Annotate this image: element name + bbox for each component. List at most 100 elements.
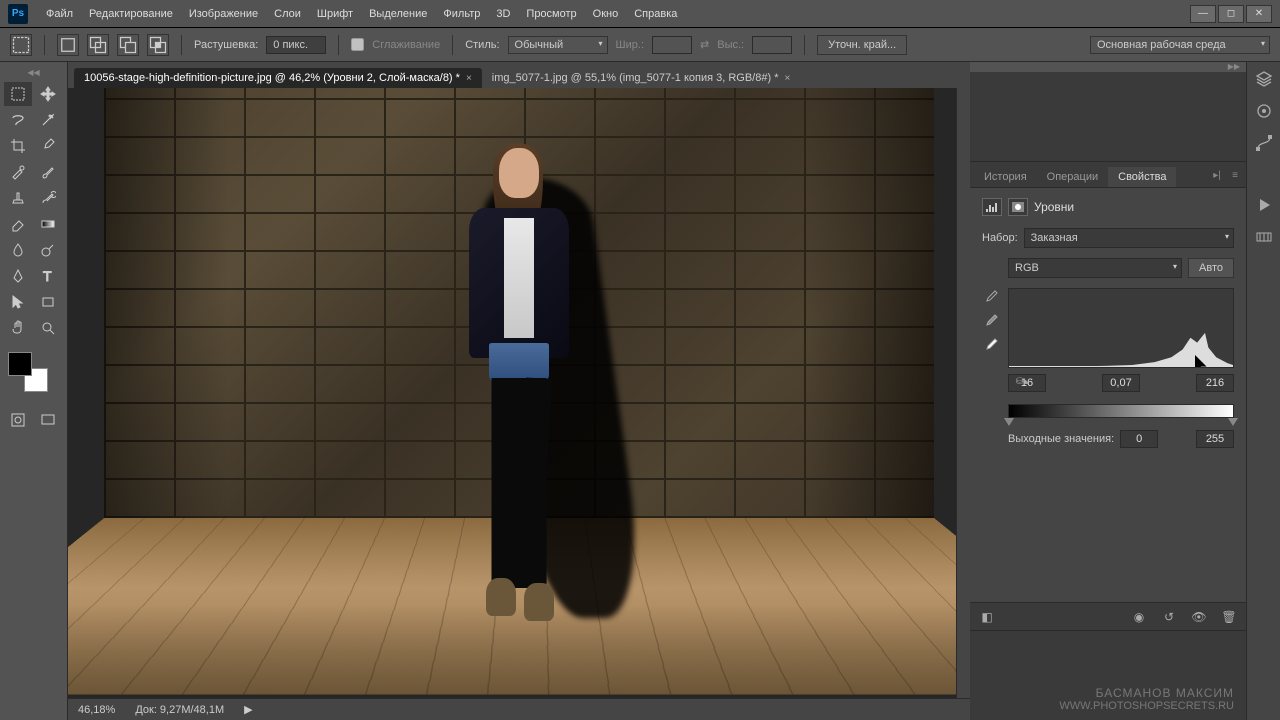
crop-tool[interactable] — [4, 134, 32, 158]
maximize-button[interactable]: ◻ — [1218, 5, 1244, 23]
menu-file[interactable]: Файл — [38, 4, 81, 24]
antialias-checkbox[interactable] — [351, 38, 364, 51]
canvas-viewport[interactable] — [68, 88, 970, 698]
tab-actions[interactable]: Операции — [1037, 167, 1108, 187]
bottom-collapsed-panel[interactable]: БАСМАНОВ МАКСИМ WWW.PHOTOSHOPSECRETS.RU — [970, 630, 1246, 720]
document-tab-active[interactable]: 10056-stage-high-definition-picture.jpg … — [74, 68, 482, 88]
white-point-eyedropper-icon[interactable] — [982, 336, 1000, 354]
gradient-tool[interactable] — [34, 212, 62, 236]
input-gamma[interactable] — [1102, 374, 1140, 392]
preset-select[interactable]: Заказная — [1024, 228, 1234, 248]
reset-icon[interactable]: ↺ — [1160, 608, 1178, 626]
menu-filter[interactable]: Фильтр — [435, 4, 488, 24]
pen-tool[interactable] — [4, 264, 32, 288]
current-tool-icon[interactable] — [10, 34, 32, 56]
visibility-icon[interactable]: 👁 — [1190, 608, 1208, 626]
output-shadow-handle[interactable] — [1004, 418, 1014, 426]
panel-expand-icon[interactable]: ▸| — [1210, 170, 1224, 184]
move-tool[interactable] — [34, 82, 62, 106]
menu-3d[interactable]: 3D — [488, 4, 518, 24]
adjustment-footer: ◧ ◉ ↺ 👁 🗑 — [970, 602, 1246, 630]
input-highlight[interactable] — [1196, 374, 1234, 392]
style-select[interactable]: Обычный — [508, 36, 608, 54]
timeline-panel-icon[interactable] — [1253, 226, 1275, 248]
menu-layers[interactable]: Слои — [266, 4, 309, 24]
color-swatches[interactable] — [8, 352, 48, 392]
refine-edge-button[interactable]: Уточн. край... — [817, 35, 907, 55]
menu-view[interactable]: Просмотр — [518, 4, 584, 24]
svg-text:T: T — [43, 268, 52, 284]
histogram[interactable] — [1008, 288, 1234, 368]
width-input — [652, 36, 692, 54]
menu-window[interactable]: Окно — [585, 4, 627, 24]
paths-panel-icon[interactable] — [1253, 132, 1275, 154]
gray-point-eyedropper-icon[interactable] — [982, 312, 1000, 330]
quick-mask-tool[interactable] — [4, 408, 32, 432]
hand-tool[interactable] — [4, 316, 32, 340]
doc-size[interactable]: Док: 9,27М/48,1М — [135, 704, 224, 716]
channel-select[interactable]: RGB — [1008, 258, 1182, 278]
add-selection-icon[interactable] — [87, 34, 109, 56]
swap-dims-icon: ⇄ — [700, 38, 709, 51]
feather-input[interactable] — [266, 36, 326, 54]
workspace-select[interactable]: Основная рабочая среда — [1090, 36, 1270, 54]
output-gradient[interactable] — [1008, 404, 1234, 418]
auto-button[interactable]: Авто — [1188, 258, 1234, 278]
status-caret-icon[interactable]: ▶ — [244, 703, 252, 716]
tools-collapse[interactable]: ◀◀ — [4, 68, 63, 76]
subtract-selection-icon[interactable] — [117, 34, 139, 56]
output-low[interactable] — [1120, 430, 1158, 448]
zoom-tool[interactable] — [34, 316, 62, 340]
tab-properties[interactable]: Свойства — [1108, 167, 1176, 187]
title-bar: Ps Файл Редактирование Изображение Слои … — [0, 0, 1280, 28]
screen-mode-tool[interactable] — [34, 408, 62, 432]
output-highlight-handle[interactable] — [1228, 418, 1238, 426]
tab-close-icon[interactable]: × — [784, 73, 790, 84]
tab-history[interactable]: История — [974, 167, 1037, 187]
path-selection-tool[interactable] — [4, 290, 32, 314]
clip-to-layer-icon[interactable]: ◧ — [978, 608, 996, 626]
new-selection-icon[interactable] — [57, 34, 79, 56]
magic-wand-tool[interactable] — [34, 108, 62, 132]
foreground-color[interactable] — [8, 352, 32, 376]
vertical-scrollbar[interactable] — [956, 88, 970, 698]
trash-icon[interactable]: 🗑 — [1220, 608, 1238, 626]
channels-panel-icon[interactable] — [1253, 100, 1275, 122]
lasso-tool[interactable] — [4, 108, 32, 132]
play-panel-icon[interactable] — [1253, 194, 1275, 216]
levels-adjustment-icon[interactable] — [982, 198, 1002, 216]
view-previous-icon[interactable]: ◉ — [1130, 608, 1148, 626]
menu-type[interactable]: Шрифт — [309, 4, 361, 24]
eraser-tool[interactable] — [4, 212, 32, 236]
tab-close-icon[interactable]: × — [466, 73, 472, 84]
layers-panel-icon[interactable] — [1253, 68, 1275, 90]
antialias-label: Сглаживание — [372, 39, 440, 51]
healing-brush-tool[interactable] — [4, 160, 32, 184]
dodge-tool[interactable] — [34, 238, 62, 262]
minimized-panel-top[interactable] — [970, 72, 1246, 162]
menu-image[interactable]: Изображение — [181, 4, 266, 24]
layer-mask-icon[interactable] — [1008, 198, 1028, 216]
eyedropper-tool[interactable] — [34, 134, 62, 158]
rectangle-tool[interactable] — [34, 290, 62, 314]
type-tool[interactable]: T — [34, 264, 62, 288]
clone-stamp-tool[interactable] — [4, 186, 32, 210]
output-high[interactable] — [1196, 430, 1234, 448]
marquee-tool[interactable] — [4, 82, 32, 106]
menu-help[interactable]: Справка — [626, 4, 685, 24]
history-brush-tool[interactable] — [34, 186, 62, 210]
minimize-button[interactable]: — — [1190, 5, 1216, 23]
brush-tool[interactable] — [34, 160, 62, 184]
black-point-eyedropper-icon[interactable] — [982, 288, 1000, 306]
intersect-selection-icon[interactable] — [147, 34, 169, 56]
close-button[interactable]: ✕ — [1246, 5, 1272, 23]
zoom-value[interactable]: 46,18% — [78, 704, 115, 716]
menu-edit[interactable]: Редактирование — [81, 4, 181, 24]
separator — [44, 35, 45, 55]
panel-menu-icon[interactable]: ≡ — [1228, 170, 1242, 184]
document-tab-inactive[interactable]: img_5077-1.jpg @ 55,1% (img_5077-1 копия… — [482, 68, 801, 88]
blur-tool[interactable] — [4, 238, 32, 262]
panel-collapse[interactable]: ▶▶ — [970, 62, 1246, 72]
menu-select[interactable]: Выделение — [361, 4, 435, 24]
output-label: Выходные значения: — [1008, 433, 1114, 445]
